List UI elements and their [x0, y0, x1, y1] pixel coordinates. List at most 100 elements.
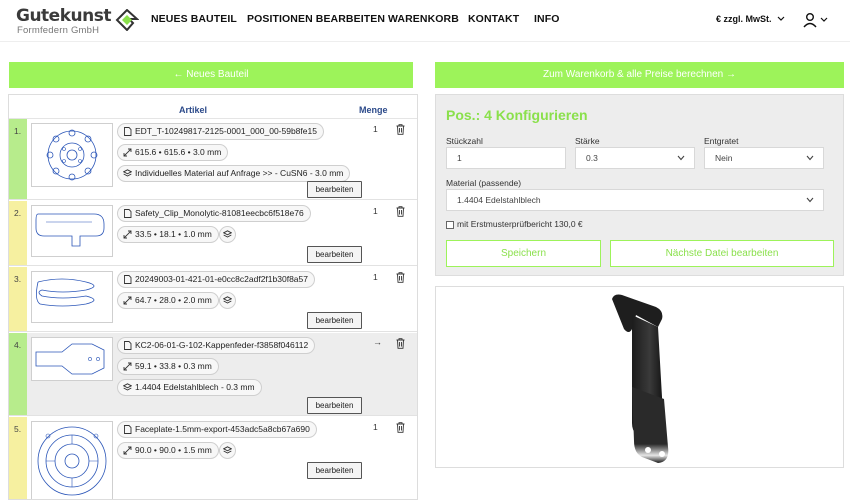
- material-select-chip[interactable]: [219, 442, 236, 459]
- material-select-chip[interactable]: [219, 226, 236, 243]
- quantity-label: Stückzahl: [446, 136, 483, 146]
- currency-selector[interactable]: € zzgl. MwSt.: [716, 14, 785, 24]
- part-thumbnail[interactable]: [31, 271, 113, 323]
- top-header: Gutekunst Formfedern GmbH NEUES BAUTEIL …: [0, 0, 850, 42]
- chevron-down-icon: [777, 16, 785, 21]
- material-chip: Individuelles Material auf Anfrage >> - …: [117, 165, 351, 182]
- inspection-report-label[interactable]: mit Erstmusterprüfbericht 130,0 €: [457, 219, 583, 229]
- item-number: 5.: [14, 424, 22, 434]
- next-file-button[interactable]: Nächste Datei bearbeiten: [610, 240, 834, 267]
- deburred-select-value: Nein: [715, 153, 733, 163]
- part-thumbnail[interactable]: [31, 337, 113, 381]
- 3d-part-preview[interactable]: [436, 287, 845, 469]
- list-item[interactable]: 5. Faceplate-1.5mm-export-453adc5a8cb67a…: [9, 417, 417, 499]
- trash-icon[interactable]: [396, 422, 405, 433]
- dimensions-chip: 59.1 • 33.8 • 0.3 mm: [117, 358, 219, 375]
- edit-button[interactable]: bearbeiten: [307, 397, 362, 414]
- filename-text: 20249003-01-421-01-e0cc8c2adf2f1b30f8a57: [135, 274, 308, 284]
- resize-arrows-icon: [123, 446, 132, 455]
- thickness-label: Stärke: [575, 136, 600, 146]
- quantity-value: 1: [373, 272, 378, 282]
- list-item[interactable]: 1. EDT_T-10249817-2125-0001_000_00-59b8f…: [9, 119, 417, 200]
- filename-text: EDT_T-10249817-2125-0001_000_00-59b8fe15: [135, 126, 317, 136]
- dimensions-text: 33.5 • 18.1 • 1.0 mm: [135, 229, 212, 239]
- chevron-down-icon: [806, 155, 814, 161]
- quantity-input-value: 1: [457, 153, 462, 163]
- dimensions-text: 64.7 • 28.0 • 2.0 mm: [135, 295, 212, 305]
- list-item[interactable]: 2. Safety_Clip_Monolytic-81081eecbc6f518…: [9, 201, 417, 266]
- thickness-select[interactable]: 0.3: [575, 147, 695, 169]
- part-thumbnail[interactable]: [31, 205, 113, 257]
- filename-chip: Safety_Clip_Monolytic-81081eecbc6f518e76: [117, 205, 311, 222]
- item-number: 3.: [14, 274, 22, 284]
- layers-icon: [223, 296, 232, 304]
- new-part-button[interactable]: ← Neues Bauteil: [9, 62, 413, 88]
- dimensions-text: 59.1 • 33.8 • 0.3 mm: [135, 361, 212, 371]
- quantity-value: 1: [373, 124, 378, 134]
- filename-chip: EDT_T-10249817-2125-0001_000_00-59b8fe15: [117, 123, 324, 140]
- file-icon: [124, 425, 132, 434]
- trash-icon[interactable]: [396, 272, 405, 283]
- currency-label: € zzgl. MwSt.: [716, 14, 772, 24]
- nav-info[interactable]: INFO: [534, 13, 559, 25]
- item-number: 4.: [14, 340, 22, 350]
- resize-arrows-icon: [123, 230, 132, 239]
- resize-arrows-icon: [123, 296, 132, 305]
- part-thumbnail[interactable]: [31, 421, 113, 499]
- item-number: 1.: [14, 126, 22, 136]
- filename-chip: Faceplate-1.5mm-export-453adc5a8cb67a690: [117, 421, 317, 438]
- edit-button[interactable]: bearbeiten: [307, 181, 362, 198]
- material-select-value: 1.4404 Edelstahlblech: [457, 195, 541, 205]
- trash-icon[interactable]: [396, 124, 405, 135]
- spring-part-drawing: [36, 278, 95, 307]
- trash-icon[interactable]: [396, 338, 405, 349]
- resize-arrows-icon: [123, 148, 132, 157]
- quantity-value: 1: [373, 422, 378, 432]
- nav-positionen-bearbeiten[interactable]: POSITIONEN BEARBEITEN: [247, 13, 385, 25]
- quantity-value: 1: [373, 206, 378, 216]
- save-button[interactable]: Speichern: [446, 240, 601, 267]
- layers-icon: [123, 383, 132, 391]
- filename-text: KC2-06-01-G-102-Kappenfeder-f3858f046112: [135, 340, 309, 350]
- material-select-chip[interactable]: [219, 292, 236, 309]
- user-icon[interactable]: [802, 12, 828, 28]
- material-select[interactable]: 1.4404 Edelstahlblech: [446, 189, 824, 211]
- nav-warenkorb[interactable]: WARENKORB: [388, 13, 459, 25]
- material-chip: 1.4404 Edelstahlblech - 0.3 mm: [117, 379, 262, 396]
- logo-main-text: Gutekunst: [16, 6, 111, 26]
- resize-arrows-icon: [123, 362, 132, 371]
- quantity-input[interactable]: 1: [446, 147, 566, 169]
- dimensions-text: 90.0 • 90.0 • 1.5 mm: [135, 445, 212, 455]
- edit-button[interactable]: bearbeiten: [307, 246, 362, 263]
- cart-calculate-button[interactable]: Zum Warenkorb & alle Preise berechnen →: [435, 62, 844, 88]
- layers-icon: [223, 446, 232, 454]
- clip-part-drawing: [35, 213, 105, 247]
- material-text: 1.4404 Edelstahlblech - 0.3 mm: [135, 382, 255, 392]
- part-thumbnail[interactable]: [31, 123, 113, 187]
- deburred-label: Entgratet: [704, 136, 739, 146]
- deburred-select[interactable]: Nein: [704, 147, 824, 169]
- thickness-select-value: 0.3: [586, 153, 598, 163]
- file-icon: [124, 275, 132, 284]
- dimensions-chip: 90.0 • 90.0 • 1.5 mm: [117, 442, 219, 459]
- chevron-down-icon: [806, 197, 814, 203]
- list-item-selected[interactable]: 4. KC2-06-01-G-102-Kappenfeder-f3858f046…: [9, 333, 417, 416]
- layers-icon: [223, 230, 232, 238]
- logo-mark-icon: [115, 9, 139, 31]
- nav-kontakt[interactable]: KONTAKT: [468, 13, 519, 25]
- list-item[interactable]: 3. 20249003-01-421-01-e0cc8c2adf2f1b30f8…: [9, 267, 417, 332]
- trash-icon[interactable]: [396, 206, 405, 217]
- inspection-report-checkbox[interactable]: [446, 221, 454, 229]
- positions-list: Artikel Menge 1. EDT_T-10249817-2125-000…: [8, 94, 418, 500]
- filename-text: Faceplate-1.5mm-export-453adc5a8cb67a690: [135, 424, 310, 434]
- edit-button[interactable]: bearbeiten: [307, 462, 362, 479]
- company-logo[interactable]: Gutekunst Formfedern GmbH: [16, 6, 139, 36]
- part-preview-panel[interactable]: [435, 286, 844, 468]
- filename-chip: KC2-06-01-G-102-Kappenfeder-f3858f046112: [117, 337, 316, 354]
- nav-neues-bauteil[interactable]: NEUES BAUTEIL: [151, 13, 237, 25]
- edit-button[interactable]: bearbeiten: [307, 312, 362, 329]
- material-text: Individuelles Material auf Anfrage >> - …: [135, 168, 344, 178]
- chevron-down-icon: [677, 155, 685, 161]
- file-icon: [124, 209, 132, 218]
- faceplate-part-drawing: [37, 426, 107, 496]
